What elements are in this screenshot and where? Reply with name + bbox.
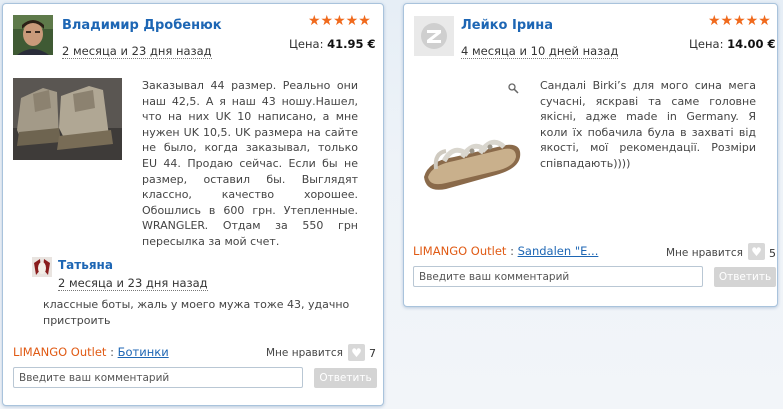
- store-line: LIMANGO Outlet : Ботинки: [13, 345, 169, 359]
- reviewer-name[interactable]: Владимир Дробенюк: [62, 18, 222, 33]
- user-avatar[interactable]: [13, 15, 53, 55]
- review-card-2: Лейко Ірина 4 месяца и 10 дней назад ★★★…: [403, 3, 778, 307]
- like-button[interactable]: ♥: [748, 243, 765, 260]
- user-avatar[interactable]: [414, 16, 454, 56]
- rating-stars: ★★★★★: [708, 13, 771, 29]
- price: Цена: 41.95 €: [289, 37, 376, 51]
- review-date: 4 месяца и 10 дней назад: [461, 44, 619, 59]
- product-image[interactable]: [414, 77, 526, 225]
- like-label: Мне нравится: [266, 347, 343, 359]
- like-button[interactable]: ♥: [348, 344, 365, 361]
- price-label: Цена:: [689, 37, 724, 51]
- comment-text: классные боты, жаль у моего мужа тоже 43…: [43, 298, 350, 327]
- comment-input[interactable]: [413, 266, 703, 287]
- reply-button[interactable]: Ответить: [314, 368, 377, 388]
- comment-date: 2 месяца и 23 дня назад: [58, 276, 208, 291]
- store-line: LIMANGO Outlet : Sandalen "E...: [413, 244, 598, 258]
- review-text: Заказывал 44 размер. Реально они наш 42,…: [142, 79, 358, 248]
- review-date: 2 месяца и 23 дня назад: [62, 44, 212, 59]
- heart-icon: ♥: [351, 345, 362, 360]
- product-link[interactable]: Ботинки: [118, 345, 169, 359]
- heart-icon: ♥: [751, 244, 762, 259]
- product-link[interactable]: Sandalen "E...: [518, 244, 599, 258]
- reply-button[interactable]: Ответить: [714, 267, 776, 287]
- store-separator: :: [506, 244, 518, 258]
- magnifier-icon[interactable]: [508, 83, 519, 94]
- price-value: 41.95 €: [327, 37, 376, 51]
- reviewer-name[interactable]: Лейко Ірина: [461, 18, 553, 33]
- price-value: 14.00 €: [727, 37, 776, 51]
- store-name: LIMANGO Outlet: [13, 345, 107, 359]
- product-image[interactable]: [13, 78, 122, 160]
- store-name: LIMANGO Outlet: [413, 244, 507, 258]
- like-count: 7: [369, 347, 376, 360]
- price-label: Цена:: [289, 37, 324, 51]
- z-logo-icon: [414, 16, 454, 56]
- like-label: Мне нравится: [666, 247, 743, 259]
- store-separator: :: [106, 345, 118, 359]
- rating-stars: ★★★★★: [308, 13, 371, 29]
- commenter-avatar[interactable]: [32, 257, 52, 277]
- like-count: 5: [769, 247, 776, 260]
- review-text: Сандалі Birki’s для мого сина мега сучас…: [540, 79, 756, 170]
- commenter-name[interactable]: Татьяна: [58, 258, 113, 272]
- review-card-1: Владимир Дробенюк 2 месяца и 23 дня наза…: [2, 3, 384, 406]
- price: Цена: 14.00 €: [689, 37, 776, 51]
- comment-input[interactable]: [13, 367, 303, 388]
